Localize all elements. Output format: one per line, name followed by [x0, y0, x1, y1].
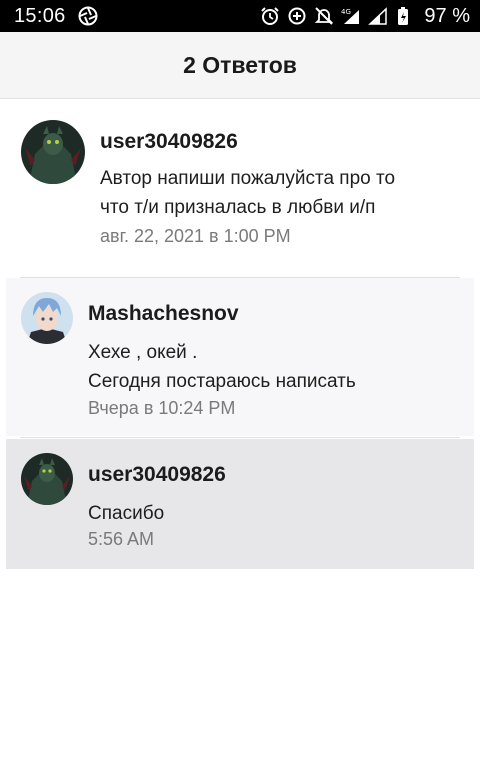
- avatar[interactable]: [21, 292, 73, 344]
- message-text: Хехе , окей . Сегодня постараюсь написат…: [88, 338, 356, 396]
- message-line: что т/и призналась в любви и/п: [100, 197, 376, 218]
- message-text: Спасибо: [88, 499, 164, 528]
- reply-item[interactable]: user30409826 Спасибо 5:56 AM: [6, 439, 474, 569]
- page-title: 2 Ответов: [183, 51, 297, 78]
- data-saver-icon: [287, 6, 307, 26]
- avatar[interactable]: [21, 120, 85, 184]
- timestamp: Вчера в 10:24 PM: [88, 398, 236, 418]
- battery-percent: 97 %: [424, 4, 470, 27]
- message-line: Спасибо: [88, 503, 165, 524]
- mute-icon: [314, 6, 334, 26]
- message-line: Хехе , окей .: [88, 342, 198, 363]
- signal-4g-icon: 4G: [341, 6, 361, 26]
- reply-item[interactable]: user30409826 Автор напиши пожалуйста про…: [6, 104, 474, 274]
- timestamp: 5:56 AM: [88, 529, 155, 549]
- avatar[interactable]: [21, 453, 73, 505]
- timestamp: авг. 22, 2021 в 1:00 PM: [100, 226, 291, 246]
- aperture-icon: [78, 6, 98, 26]
- username[interactable]: user30409826: [100, 130, 238, 154]
- message-line: Сегодня постараюсь написать: [88, 371, 356, 392]
- reply-item[interactable]: Mashachesnov Хехе , окей . Сегодня поста…: [6, 278, 474, 436]
- username[interactable]: user30409826: [88, 463, 226, 487]
- battery-icon: [395, 6, 415, 26]
- username[interactable]: Mashachesnov: [88, 302, 239, 326]
- divider: [20, 437, 460, 438]
- message-line: Автор напиши пожалуйста про то: [100, 168, 396, 189]
- svg-text:4G: 4G: [341, 8, 351, 16]
- alarm-icon: [260, 6, 280, 26]
- status-time: 15:06: [14, 4, 66, 27]
- message-text: Автор напиши пожалуйста про то что т/и п…: [100, 164, 395, 222]
- replies-header: 2 Ответов: [0, 32, 480, 99]
- status-bar: 15:06 4G 97 %: [0, 0, 480, 32]
- signal-icon: [368, 6, 388, 26]
